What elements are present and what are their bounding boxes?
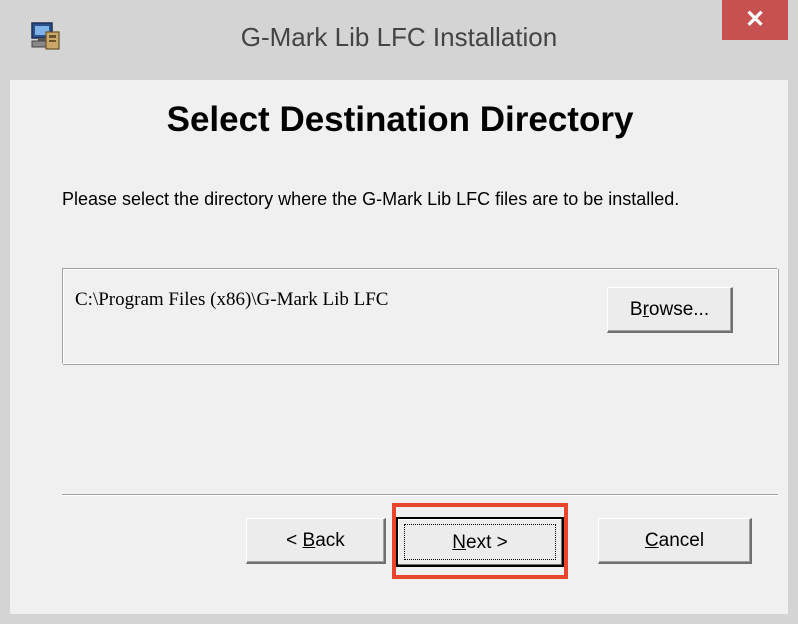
back-label-post: ack bbox=[315, 530, 345, 551]
installer-window: G-Mark Lib LFC Installation ✕ Select Des… bbox=[0, 0, 798, 624]
window-title: G-Mark Lib LFC Installation bbox=[240, 22, 558, 52]
browse-label-pre: B bbox=[629, 299, 643, 320]
instruction-text: Please select the directory where the G-… bbox=[62, 189, 680, 209]
page-title: Select Destination Directory bbox=[166, 100, 634, 139]
next-label-post: ext > bbox=[466, 532, 508, 553]
next-button[interactable]: Next > bbox=[396, 517, 564, 567]
back-button[interactable]: < Back bbox=[246, 518, 386, 564]
cancel-button[interactable]: Cancel bbox=[598, 518, 752, 564]
separator bbox=[62, 494, 778, 496]
cancel-mnemonic: C bbox=[644, 530, 659, 551]
destination-directory-group: C:\Program Files (x86)\G-Mark Lib LFC Br… bbox=[62, 268, 778, 364]
next-mnemonic: N bbox=[452, 532, 466, 553]
back-label-pre: < bbox=[286, 530, 303, 551]
cancel-label-post: ancel bbox=[658, 530, 705, 551]
back-mnemonic: B bbox=[302, 530, 316, 551]
browse-button[interactable]: Browse... bbox=[607, 287, 733, 333]
destination-path: C:\Program Files (x86)\G-Mark Lib LFC bbox=[75, 289, 389, 310]
browse-label-post: owse... bbox=[648, 299, 710, 320]
close-icon: ✕ bbox=[744, 6, 766, 33]
close-button[interactable]: ✕ bbox=[722, 0, 788, 40]
title-bar[interactable]: G-Mark Lib LFC Installation ✕ bbox=[0, 0, 798, 80]
dialog-content: Select Destination Directory Please sele… bbox=[22, 80, 778, 594]
